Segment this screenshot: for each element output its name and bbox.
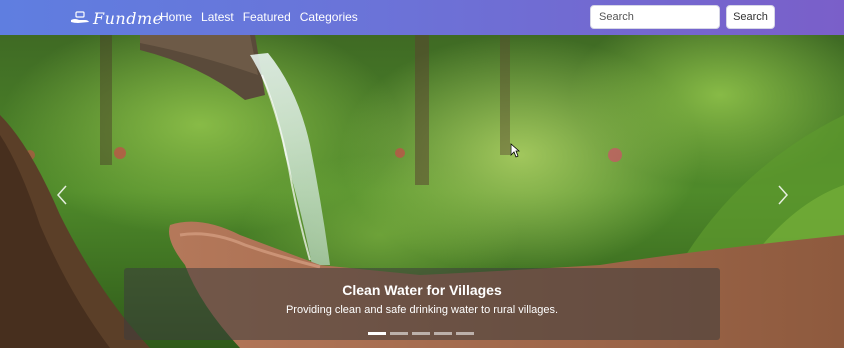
carousel-caption: Clean Water for Villages Providing clean… (124, 268, 720, 340)
nav-link-home[interactable]: Home (160, 10, 192, 24)
caption-text: Providing clean and safe drinking water … (285, 304, 559, 316)
mouse-cursor-icon (510, 143, 520, 158)
carousel-indicators (368, 332, 474, 335)
brand-name: Fundme (93, 8, 163, 28)
search-input[interactable] (590, 5, 720, 29)
nav-link-latest[interactable]: Latest (201, 10, 234, 24)
carousel-indicator[interactable] (368, 332, 386, 335)
carousel-next-button[interactable] (773, 180, 793, 210)
hand-coin-icon (71, 11, 89, 23)
hero-carousel: Clean Water for Villages Providing clean… (0, 35, 844, 348)
brand[interactable]: Fundme (70, 8, 163, 28)
nav-links: Home Latest Featured Categories (160, 10, 367, 24)
carousel-prev-button[interactable] (52, 180, 72, 210)
search-button[interactable]: Search (726, 5, 775, 29)
carousel-indicator[interactable] (390, 332, 408, 335)
carousel-indicator[interactable] (456, 332, 474, 335)
carousel-indicator[interactable] (412, 332, 430, 335)
caption-title: Clean Water for Villages (342, 282, 502, 298)
carousel-indicator[interactable] (434, 332, 452, 335)
navbar: Fundme Home Latest Featured Categories S… (0, 0, 844, 35)
nav-link-featured[interactable]: Featured (243, 10, 291, 24)
nav-link-categories[interactable]: Categories (300, 10, 358, 24)
